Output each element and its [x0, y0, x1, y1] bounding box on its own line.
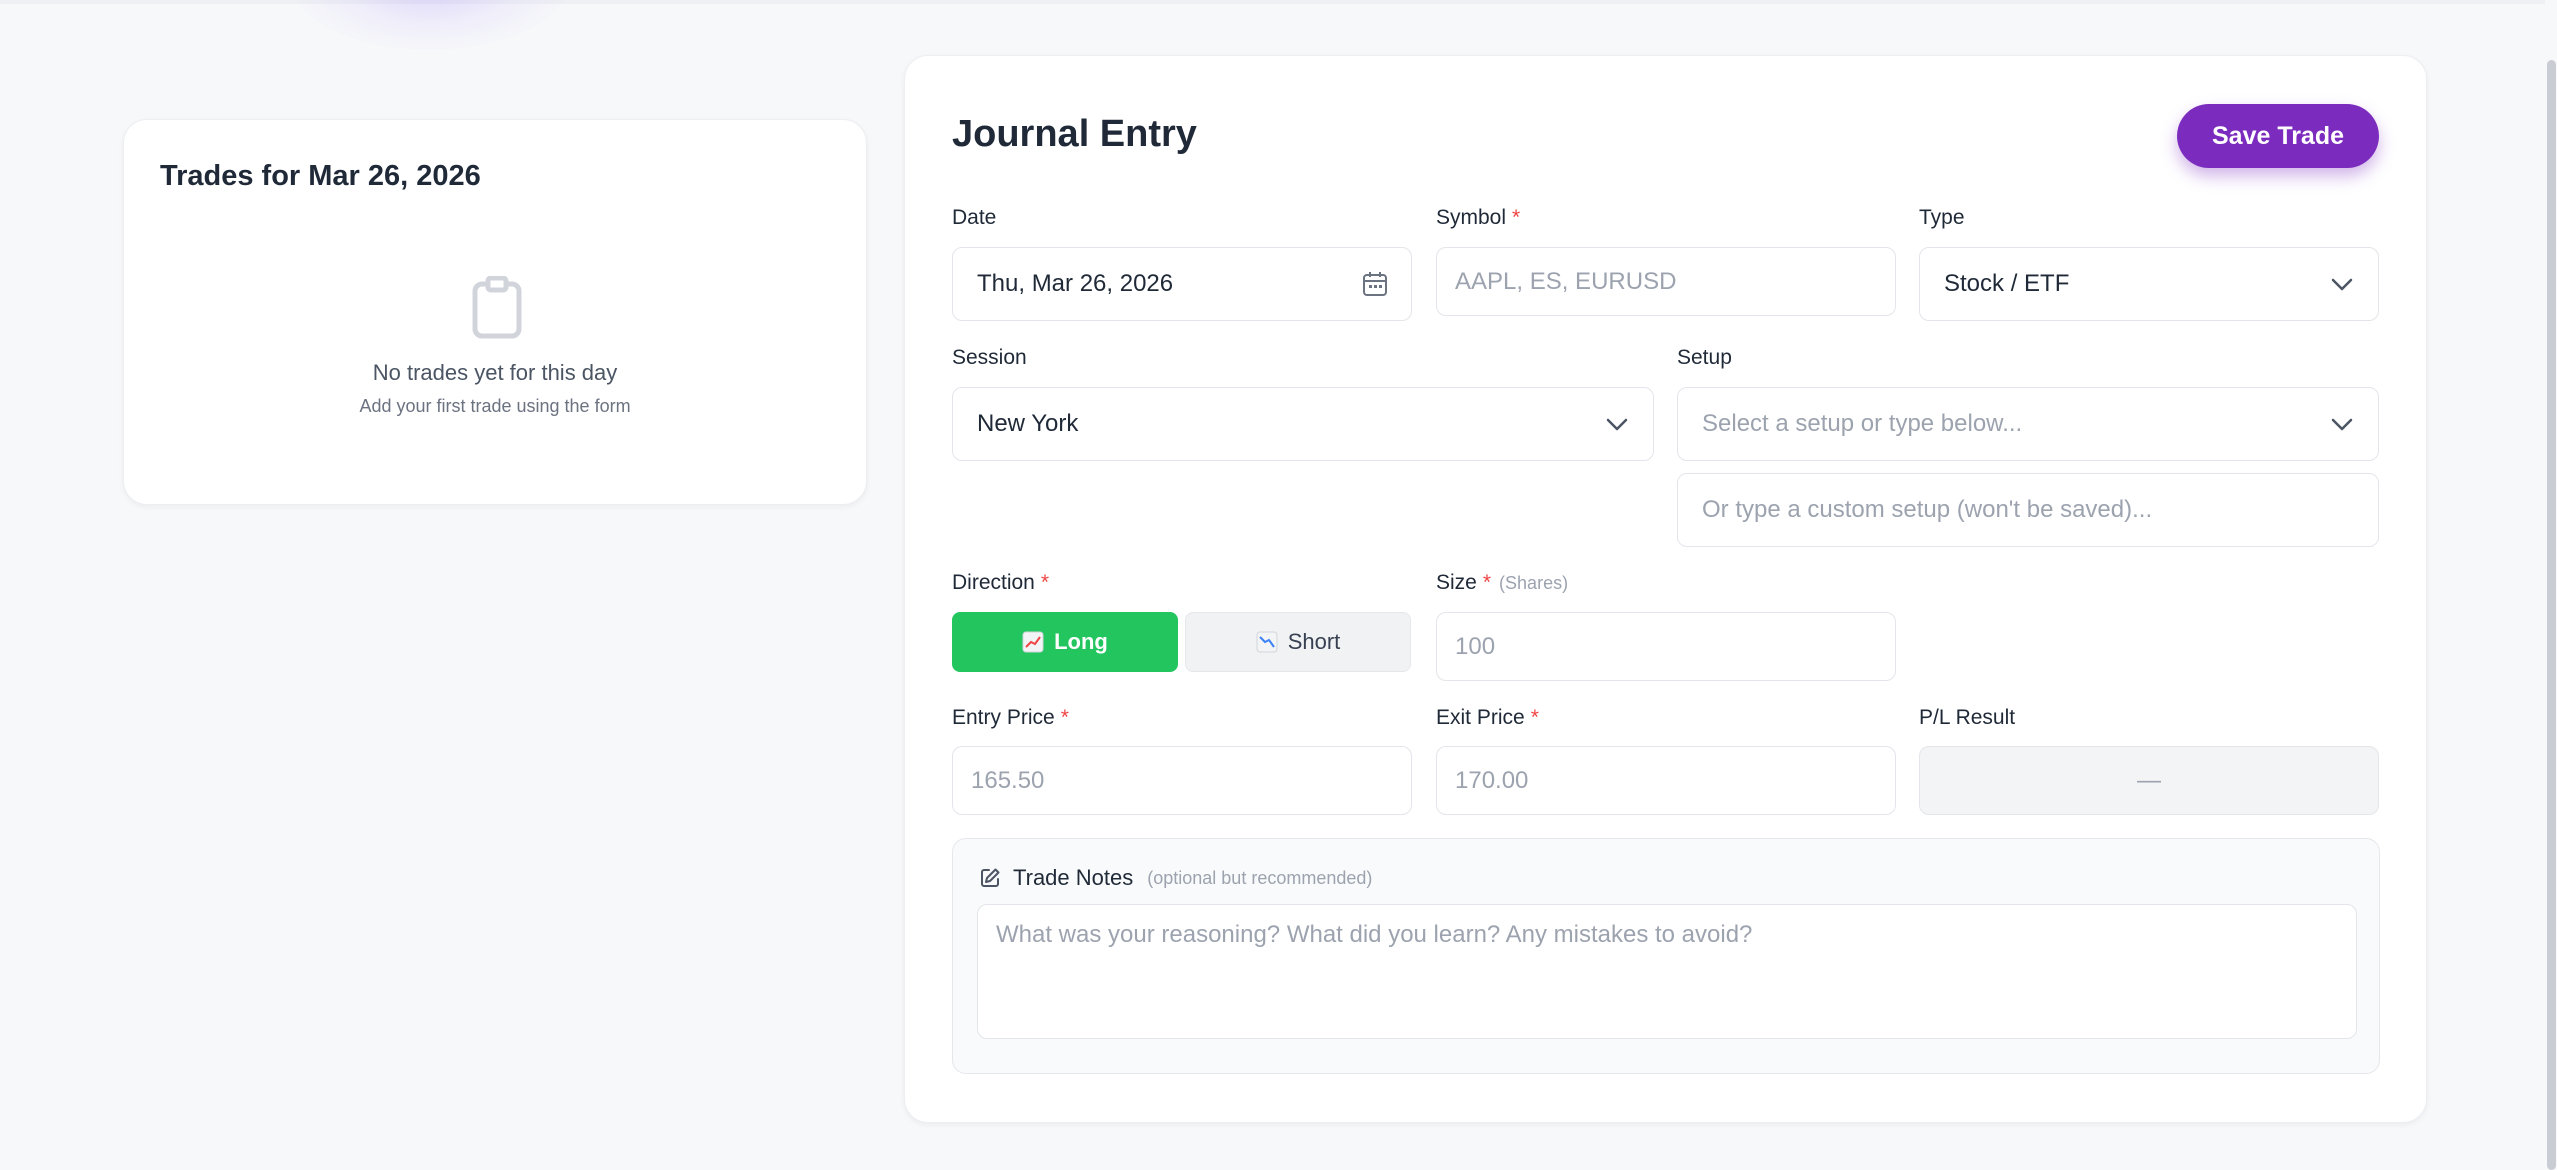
page: Trades for Mar 26, 2026 No trades yet fo…: [0, 0, 2557, 1170]
edit-icon: [981, 868, 1000, 887]
decorative-glow: [290, 0, 570, 50]
entry-price-placeholder: 165.50: [971, 766, 1045, 794]
trade-notes-section: Trade Notes (optional but recommended) W…: [952, 838, 2380, 1074]
direction-short-button[interactable]: Short: [1185, 612, 1411, 672]
direction-long-button[interactable]: Long: [952, 612, 1178, 672]
calendar-icon[interactable]: [1361, 270, 1389, 298]
required-mark: *: [1040, 571, 1050, 594]
trade-notes-placeholder: What was your reasoning? What did you le…: [996, 921, 1753, 948]
chevron-down-icon: [2331, 418, 2353, 431]
empty-state-subtitle: Add your first trade using the form: [359, 396, 631, 416]
clipboard-icon: [472, 276, 522, 339]
exit-price-placeholder: 170.00: [1455, 766, 1529, 794]
symbol-placeholder: AAPL, ES, EURUSD: [1455, 267, 1677, 295]
trade-notes-textarea[interactable]: What was your reasoning? What did you le…: [977, 904, 2357, 1039]
chart-up-icon: [1022, 631, 1044, 653]
date-label: Date: [952, 206, 996, 230]
exit-price-label: Exit Price *: [1436, 706, 1539, 730]
entry-price-label-text: Entry Price: [952, 706, 1055, 729]
journal-entry-title: Journal Entry: [952, 113, 1197, 155]
date-label-text: Date: [952, 206, 997, 229]
type-label: Type: [1919, 206, 1965, 230]
symbol-label-text: Symbol: [1436, 206, 1507, 229]
size-label-text: Size: [1436, 571, 1477, 594]
size-label: Size * (Shares): [1436, 571, 1568, 595]
long-label: Long: [1054, 629, 1108, 654]
session-select[interactable]: New York: [952, 387, 1654, 461]
save-trade-button[interactable]: Save Trade: [2177, 104, 2379, 168]
trade-notes-hint: (optional but recommended): [1147, 867, 1373, 888]
setup-label-text: Setup: [1677, 346, 1732, 369]
chevron-down-icon: [1606, 418, 1628, 431]
short-label: Short: [1287, 629, 1341, 654]
day-trades-title: Trades for Mar 26, 2026: [160, 160, 481, 192]
required-mark: *: [1512, 206, 1521, 229]
session-value: New York: [977, 410, 1079, 437]
pl-result-label-text: P/L Result: [1919, 706, 2016, 729]
custom-setup-input[interactable]: Or type a custom setup (won't be saved).…: [1677, 473, 2379, 547]
scrollbar[interactable]: [2545, 0, 2557, 1170]
empty-state-title: No trades yet for this day: [372, 360, 618, 385]
size-input[interactable]: 100: [1436, 612, 1896, 681]
day-trades-panel: Trades for Mar 26, 2026 No trades yet fo…: [123, 119, 867, 505]
journal-entry-form: Journal Entry Save Trade Date Thu, Mar 2…: [904, 55, 2427, 1123]
custom-setup-placeholder: Or type a custom setup (won't be saved).…: [1702, 496, 2153, 523]
session-label-text: Session: [952, 346, 1027, 369]
size-placeholder: 100: [1455, 632, 1496, 660]
trade-notes-header: Trade Notes (optional but recommended): [979, 865, 1372, 891]
setup-label: Setup: [1677, 346, 1732, 370]
entry-price-label: Entry Price *: [952, 706, 1069, 730]
pl-result-label: P/L Result: [1919, 706, 2015, 730]
symbol-label: Symbol *: [1436, 206, 1520, 230]
scrollbar-thumb[interactable]: [2547, 60, 2556, 1170]
required-mark: *: [1060, 706, 1069, 729]
required-mark: *: [1530, 706, 1539, 729]
type-value: Stock / ETF: [1944, 270, 2070, 297]
direction-label-text: Direction: [952, 571, 1035, 594]
date-value: Thu, Mar 26, 2026: [977, 270, 1174, 297]
exit-price-input[interactable]: 170.00: [1436, 746, 1896, 815]
type-label-text: Type: [1919, 206, 1965, 229]
required-mark: *: [1482, 571, 1492, 594]
entry-price-input[interactable]: 165.50: [952, 746, 1412, 815]
exit-price-label-text: Exit Price: [1436, 706, 1525, 729]
setup-select-placeholder: Select a setup or type below...: [1702, 410, 2023, 437]
chevron-down-icon: [2331, 278, 2353, 291]
symbol-input[interactable]: AAPL, ES, EURUSD: [1436, 247, 1896, 316]
type-select[interactable]: Stock / ETF: [1919, 247, 2379, 321]
pl-result-text: —: [2137, 766, 2161, 794]
size-unit-hint: (Shares): [1499, 573, 1569, 593]
trade-notes-label: Trade Notes: [1013, 865, 1134, 890]
chart-down-icon: [1256, 631, 1278, 653]
pl-result-value: —: [1919, 746, 2379, 815]
date-field[interactable]: Thu, Mar 26, 2026: [952, 247, 1412, 321]
direction-label: Direction *: [952, 571, 1049, 595]
setup-select[interactable]: Select a setup or type below...: [1677, 387, 2379, 461]
session-label: Session: [952, 346, 1027, 370]
